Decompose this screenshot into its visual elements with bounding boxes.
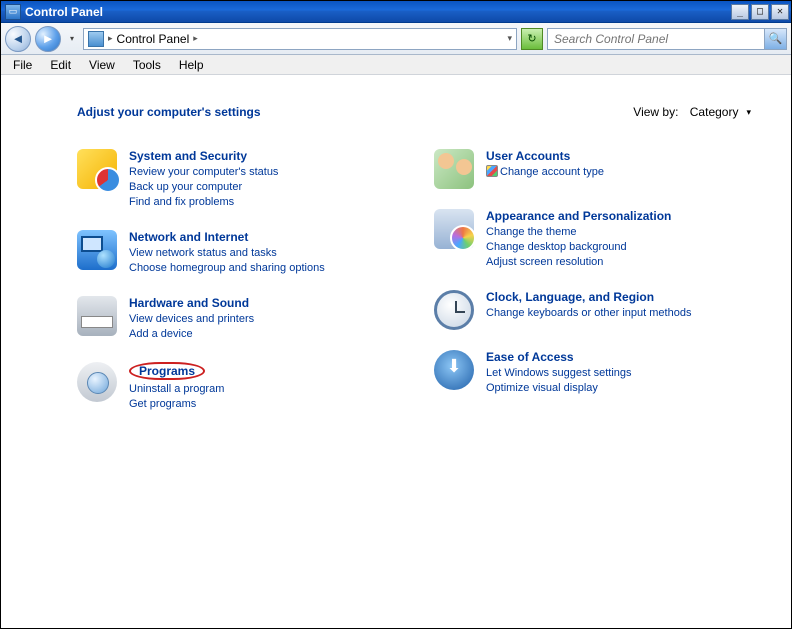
breadcrumb-separator-icon[interactable]: ▸	[193, 33, 198, 44]
link-homegroup[interactable]: Choose homegroup and sharing options	[129, 261, 325, 276]
menu-help[interactable]: Help	[171, 56, 212, 74]
printer-hardware-icon	[77, 296, 117, 336]
ease-of-access-icon	[434, 350, 474, 390]
search-input[interactable]	[548, 32, 764, 46]
minimize-button[interactable]: _	[731, 4, 749, 20]
category-ease-of-access: Ease of Access Let Windows suggest setti…	[434, 350, 751, 396]
app-icon: ▭	[5, 4, 21, 20]
address-path: Control Panel	[117, 32, 190, 46]
menu-tools[interactable]: Tools	[125, 56, 169, 74]
category-column-left: System and Security Review your computer…	[77, 149, 394, 412]
link-get-programs[interactable]: Get programs	[129, 397, 224, 412]
link-suggest-settings[interactable]: Let Windows suggest settings	[486, 366, 632, 381]
control-panel-icon	[88, 31, 104, 47]
link-change-theme[interactable]: Change the theme	[486, 225, 671, 240]
category-column-right: User Accounts Change account type Appear…	[434, 149, 751, 412]
link-uninstall-program[interactable]: Uninstall a program	[129, 382, 224, 397]
view-by-dropdown[interactable]: Category	[690, 105, 751, 119]
uac-shield-icon	[486, 165, 498, 177]
view-by: View by: Category	[633, 105, 751, 119]
globe-network-icon	[77, 230, 117, 270]
address-bar[interactable]: ▸ Control Panel ▸ ▾	[83, 28, 517, 50]
maximize-button[interactable]: □	[751, 4, 769, 20]
category-system-security: System and Security Review your computer…	[77, 149, 394, 210]
category-programs: Programs Uninstall a program Get program…	[77, 362, 394, 412]
search-button[interactable]: 🔍	[764, 29, 786, 49]
link-backup[interactable]: Back up your computer	[129, 180, 278, 195]
link-network-status[interactable]: View network status and tasks	[129, 246, 325, 261]
category-title-hardware[interactable]: Hardware and Sound	[129, 296, 254, 310]
link-add-device[interactable]: Add a device	[129, 327, 254, 342]
category-title-programs[interactable]: Programs	[129, 362, 224, 380]
nav-forward-button[interactable]: ►	[35, 26, 61, 52]
category-title-system[interactable]: System and Security	[129, 149, 278, 163]
category-network-internet: Network and Internet View network status…	[77, 230, 394, 276]
refresh-button[interactable]: ↻	[521, 28, 543, 50]
menu-edit[interactable]: Edit	[42, 56, 79, 74]
category-title-users[interactable]: User Accounts	[486, 149, 604, 163]
link-change-keyboards[interactable]: Change keyboards or other input methods	[486, 306, 691, 321]
category-grid: System and Security Review your computer…	[77, 149, 751, 412]
link-screen-resolution[interactable]: Adjust screen resolution	[486, 255, 671, 270]
nav-history-dropdown[interactable]: ▾	[65, 27, 79, 51]
close-button[interactable]: ✕	[771, 4, 789, 20]
link-view-devices[interactable]: View devices and printers	[129, 312, 254, 327]
breadcrumb-separator-icon: ▸	[108, 33, 113, 44]
content-header: Adjust your computer's settings View by:…	[77, 105, 751, 119]
title-bar: ▭ Control Panel _ □ ✕	[1, 1, 791, 23]
monitor-palette-icon	[434, 209, 474, 249]
link-fix-problems[interactable]: Find and fix problems	[129, 195, 278, 210]
category-user-accounts: User Accounts Change account type	[434, 149, 751, 189]
view-by-label: View by:	[633, 105, 678, 119]
link-change-account-type[interactable]: Change account type	[486, 165, 604, 180]
window-buttons: _ □ ✕	[729, 4, 791, 20]
window-title: Control Panel	[25, 5, 729, 19]
category-title-clock[interactable]: Clock, Language, and Region	[486, 290, 691, 304]
highlight-annotation: Programs	[129, 362, 205, 380]
nav-back-button[interactable]: ◄	[5, 26, 31, 52]
menu-view[interactable]: View	[81, 56, 123, 74]
menu-bar: File Edit View Tools Help	[1, 55, 791, 75]
page-heading: Adjust your computer's settings	[77, 105, 633, 119]
menu-file[interactable]: File	[5, 56, 40, 74]
people-icon	[434, 149, 474, 189]
nav-bar: ◄ ► ▾ ▸ Control Panel ▸ ▾ ↻ 🔍	[1, 23, 791, 55]
category-clock-language-region: Clock, Language, and Region Change keybo…	[434, 290, 751, 330]
link-review-status[interactable]: Review your computer's status	[129, 165, 278, 180]
address-dropdown-icon[interactable]: ▾	[507, 33, 512, 44]
disc-box-icon	[77, 362, 117, 402]
category-title-ease[interactable]: Ease of Access	[486, 350, 632, 364]
category-title-appearance[interactable]: Appearance and Personalization	[486, 209, 671, 223]
shield-chart-icon	[77, 149, 117, 189]
category-hardware-sound: Hardware and Sound View devices and prin…	[77, 296, 394, 342]
category-appearance: Appearance and Personalization Change th…	[434, 209, 751, 270]
category-title-network[interactable]: Network and Internet	[129, 230, 325, 244]
clock-icon	[434, 290, 474, 330]
content-area: Adjust your computer's settings View by:…	[1, 75, 791, 628]
link-change-background[interactable]: Change desktop background	[486, 240, 671, 255]
search-box[interactable]: 🔍	[547, 28, 787, 50]
link-optimize-display[interactable]: Optimize visual display	[486, 381, 632, 396]
